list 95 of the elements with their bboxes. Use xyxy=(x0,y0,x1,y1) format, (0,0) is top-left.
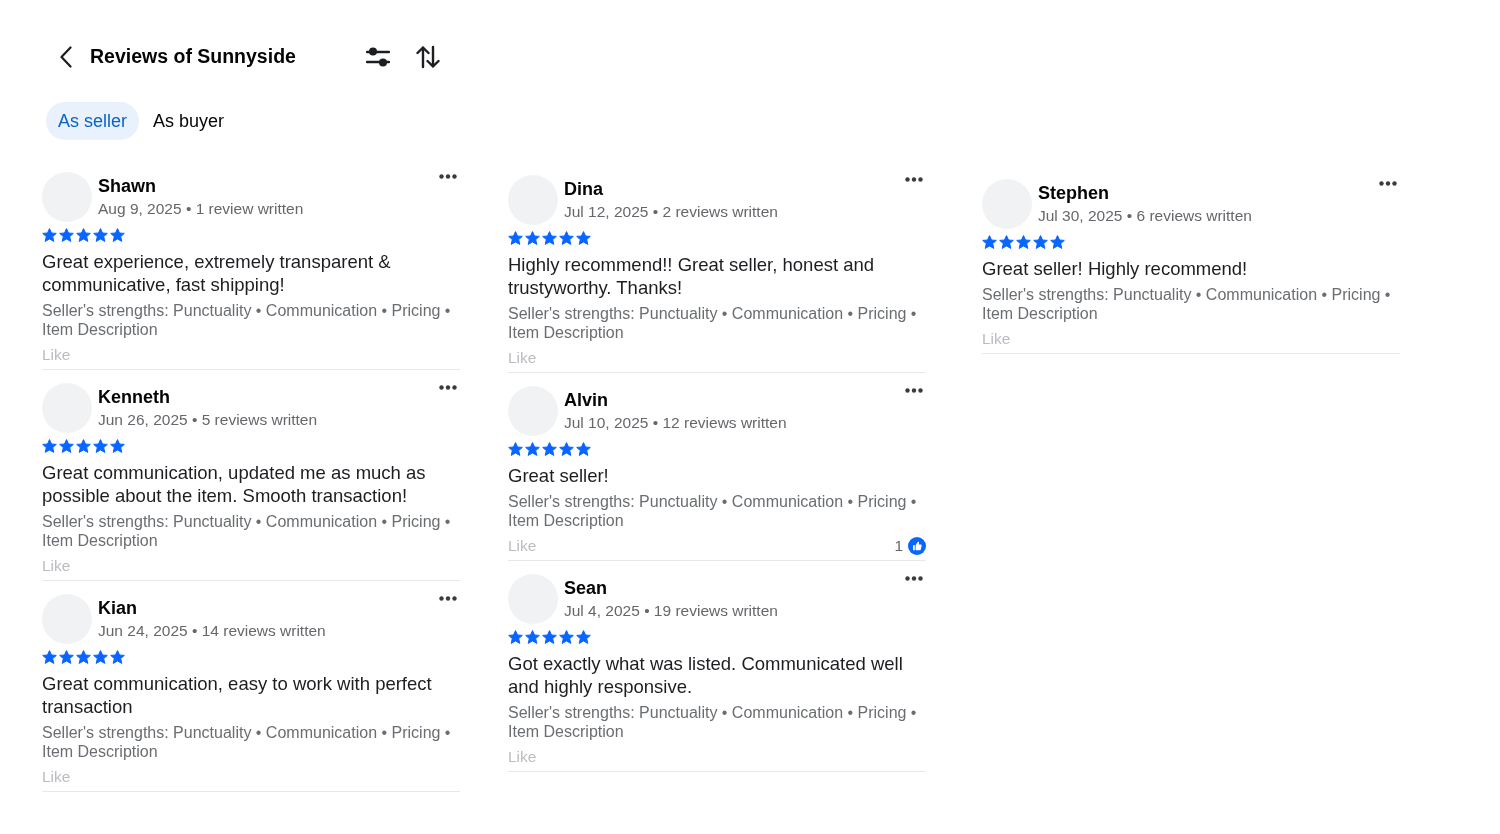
star-icon xyxy=(559,231,574,245)
star-icon xyxy=(42,439,57,453)
reviewer-name: Sean xyxy=(564,577,609,600)
review-meta: Jul 10, 2025 • 12 reviews written xyxy=(564,413,788,433)
more-button[interactable] xyxy=(439,174,457,179)
star-icon xyxy=(42,650,57,664)
sort-button[interactable] xyxy=(415,45,440,69)
star-icon xyxy=(59,228,74,242)
star-icon xyxy=(508,442,523,456)
star-icon xyxy=(1016,235,1031,249)
seller-strengths: Seller's strengths: Punctuality • Communication • Pricing • Item Description xyxy=(982,285,1392,323)
review-meta: Jul 4, 2025 • 19 reviews written xyxy=(564,601,779,621)
seller-strengths: Seller's strengths: Punctuality • Communication • Pricing • Item Description xyxy=(508,703,918,741)
star-icon xyxy=(999,235,1014,249)
page-title: Reviews of Sunnyside xyxy=(90,45,296,69)
review-meta: Jul 30, 2025 • 6 reviews written xyxy=(1038,206,1253,226)
star-icon xyxy=(525,231,540,245)
star-icon xyxy=(1050,235,1065,249)
star-icon xyxy=(576,442,591,456)
like-link[interactable]: Like xyxy=(42,344,71,366)
star-icon xyxy=(110,228,125,242)
chevron-left-icon xyxy=(60,46,72,68)
star-icon xyxy=(59,439,74,453)
sort-arrows-icon xyxy=(415,45,440,69)
seller-strengths: Seller's strengths: Punctuality • Communication • Pricing • Item Description xyxy=(42,301,452,339)
star-icon xyxy=(1033,235,1048,249)
review-meta: Jun 24, 2025 • 14 reviews written xyxy=(98,621,327,641)
star-icon xyxy=(59,650,74,664)
star-icon xyxy=(76,439,91,453)
star-icon xyxy=(542,630,557,644)
more-button[interactable] xyxy=(439,596,457,601)
like-link[interactable]: Like xyxy=(42,555,71,577)
sliders-icon xyxy=(365,47,390,67)
like-count: 1 xyxy=(894,536,903,557)
reviewer-name: Alvin xyxy=(564,389,609,412)
star-icon xyxy=(93,439,108,453)
star-icon xyxy=(42,228,57,242)
seller-strengths: Seller's strengths: Punctuality • Communication • Pricing • Item Description xyxy=(42,723,452,761)
review-text: Great seller! Highly recommend! xyxy=(982,257,1249,280)
more-dots-icon xyxy=(905,177,923,182)
more-button[interactable] xyxy=(905,388,923,393)
review-text: Great seller! xyxy=(508,464,610,487)
review-text: Great communication, updated me as much as possible about the item. Smooth transaction! xyxy=(42,461,427,507)
star-icon xyxy=(508,630,523,644)
star-icon xyxy=(525,442,540,456)
star-icon xyxy=(93,650,108,664)
review-meta: Jul 12, 2025 • 2 reviews written xyxy=(564,202,779,222)
like-link[interactable]: Like xyxy=(508,535,537,557)
star-icon xyxy=(76,650,91,664)
star-icon xyxy=(542,231,557,245)
review-text: Got exactly what was listed. Communicated well and highly responsive. xyxy=(508,652,904,698)
review-meta: Jun 26, 2025 • 5 reviews written xyxy=(98,410,319,430)
reviewer-name: Shawn xyxy=(98,175,157,198)
more-dots-icon xyxy=(439,174,457,179)
seller-strengths: Seller's strengths: Punctuality • Communication • Pricing • Item Description xyxy=(508,492,918,530)
more-dots-icon xyxy=(439,385,457,390)
back-button[interactable] xyxy=(60,46,72,68)
star-icon xyxy=(559,442,574,456)
star-icon xyxy=(525,630,540,644)
more-button[interactable] xyxy=(905,177,923,182)
like-link[interactable]: Like xyxy=(42,766,71,788)
star-icon xyxy=(576,630,591,644)
star-icon xyxy=(508,231,523,245)
reviewer-name: Stephen xyxy=(1038,182,1110,205)
star-icon xyxy=(576,231,591,245)
more-dots-icon xyxy=(439,596,457,601)
review-text: Great communication, easy to work with perfect transaction xyxy=(42,672,433,718)
thumbs-up-icon xyxy=(908,537,926,555)
seller-strengths: Seller's strengths: Punctuality • Communication • Pricing • Item Description xyxy=(508,304,918,342)
like-link[interactable]: Like xyxy=(508,347,537,369)
more-button[interactable] xyxy=(1379,181,1397,186)
star-icon xyxy=(110,650,125,664)
review-text: Great experience, extremely transparent & communicative, fast shipping! xyxy=(42,250,392,296)
filter-button[interactable] xyxy=(365,47,390,67)
seller-strengths: Seller's strengths: Punctuality • Communication • Pricing • Item Description xyxy=(42,512,452,550)
reviewer-name: Dina xyxy=(564,178,604,201)
more-button[interactable] xyxy=(439,385,457,390)
like-link[interactable]: Like xyxy=(982,328,1011,350)
like-link[interactable]: Like xyxy=(508,746,537,768)
star-icon xyxy=(76,228,91,242)
tab[interactable]: As buyer xyxy=(141,102,237,140)
review-meta: Aug 9, 2025 • 1 review written xyxy=(98,199,305,219)
star-icon xyxy=(559,630,574,644)
review-text: Highly recommend!! Great seller, honest and trustyworthy. Thanks! xyxy=(508,253,876,299)
more-dots-icon xyxy=(905,388,923,393)
star-icon xyxy=(93,228,108,242)
reviewer-name: Kenneth xyxy=(98,386,171,409)
more-dots-icon xyxy=(905,576,923,581)
more-dots-icon xyxy=(1379,181,1397,186)
tab[interactable]: As seller xyxy=(46,102,140,140)
star-icon xyxy=(110,439,125,453)
reviewer-name: Kian xyxy=(98,597,138,620)
star-icon xyxy=(542,442,557,456)
star-icon xyxy=(982,235,997,249)
more-button[interactable] xyxy=(905,576,923,581)
